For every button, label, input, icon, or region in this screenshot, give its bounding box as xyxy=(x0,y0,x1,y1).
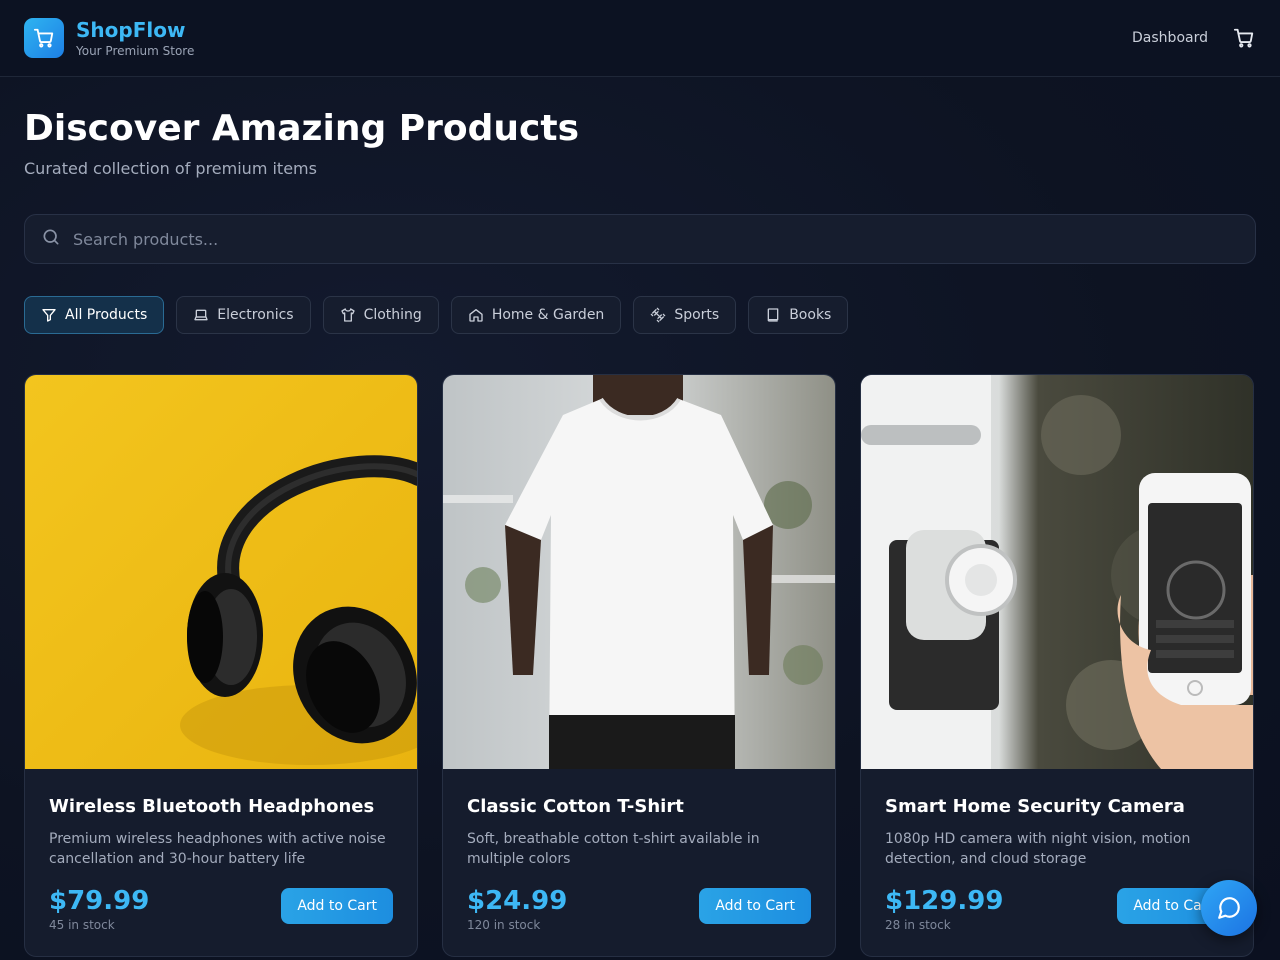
search-bar[interactable] xyxy=(24,214,1256,264)
shirt-icon xyxy=(340,308,355,322)
filter-clothing[interactable]: Clothing xyxy=(322,296,439,334)
product-card[interactable]: Classic Cotton T-Shirt Soft, breathable … xyxy=(442,374,836,957)
add-to-cart-button[interactable]: Add to Cart xyxy=(699,888,811,924)
tshirt-photo[interactable] xyxy=(443,375,835,769)
nav-dashboard-link[interactable]: Dashboard xyxy=(1132,30,1208,46)
search-icon xyxy=(41,227,61,251)
top-header: ShopFlow Your Premium Store Dashboard xyxy=(0,0,1280,77)
filter-icon xyxy=(42,309,56,322)
home-icon xyxy=(469,309,483,322)
product-title[interactable]: Wireless Bluetooth Headphones xyxy=(49,795,393,819)
product-price: $129.99 xyxy=(885,886,1004,916)
filter-home-garden[interactable]: Home & Garden xyxy=(450,296,622,334)
search-input[interactable] xyxy=(73,229,1239,249)
page-subtitle: Curated collection of premium items xyxy=(24,159,317,178)
product-stock: 45 in stock xyxy=(49,918,115,932)
filter-label: Clothing xyxy=(363,307,422,323)
filter-label: Home & Garden xyxy=(491,307,605,323)
chat-bubble-icon[interactable] xyxy=(1201,880,1257,936)
brand-tagline: Your Premium Store xyxy=(76,43,195,58)
shopping-cart-logo-icon xyxy=(24,18,64,58)
product-title[interactable]: Smart Home Security Camera xyxy=(885,795,1229,819)
product-description: 1080p HD camera with night vision, motio… xyxy=(885,831,1191,867)
laptop-icon xyxy=(194,309,208,321)
filter-label: Books xyxy=(789,307,832,323)
product-price: $79.99 xyxy=(49,886,150,916)
product-card[interactable]: Wireless Bluetooth Headphones Premium wi… xyxy=(24,374,418,957)
shopping-cart-icon[interactable] xyxy=(1232,26,1256,50)
product-grid: Wireless Bluetooth Headphones Premium wi… xyxy=(24,374,1256,957)
product-stock: 120 in stock xyxy=(467,918,541,932)
filter-all-products[interactable]: All Products xyxy=(24,296,165,334)
add-to-cart-button[interactable]: Add to Cart xyxy=(281,888,393,924)
page-title: Discover Amazing Products xyxy=(24,108,580,149)
brand-name: ShopFlow xyxy=(76,17,186,42)
product-description: Soft, breathable cotton t-shirt availabl… xyxy=(467,831,760,867)
filter-sports[interactable]: Sports xyxy=(633,296,737,334)
product-title[interactable]: Classic Cotton T-Shirt xyxy=(467,795,811,819)
filter-label: Electronics xyxy=(217,307,294,323)
brand[interactable]: ShopFlow Your Premium Store xyxy=(24,18,194,59)
headphones-photo[interactable] xyxy=(25,375,417,769)
filter-label: All Products xyxy=(65,307,148,323)
product-price: $24.99 xyxy=(467,886,568,916)
book-icon xyxy=(767,308,779,322)
dumbbell-icon xyxy=(650,307,666,323)
product-stock: 28 in stock xyxy=(885,918,951,932)
category-filters: All Products Electronics Clothing Home &… xyxy=(24,296,1256,334)
filter-electronics[interactable]: Electronics xyxy=(176,296,311,334)
hero: Discover Amazing Products Curated collec… xyxy=(0,77,1280,179)
product-card[interactable]: Smart Home Security Camera 1080p HD came… xyxy=(860,374,1254,957)
product-description: Premium wireless headphones with active … xyxy=(49,831,386,867)
filter-books[interactable]: Books xyxy=(748,296,849,334)
filter-label: Sports xyxy=(674,307,720,323)
smart-lock-photo[interactable] xyxy=(861,375,1253,769)
